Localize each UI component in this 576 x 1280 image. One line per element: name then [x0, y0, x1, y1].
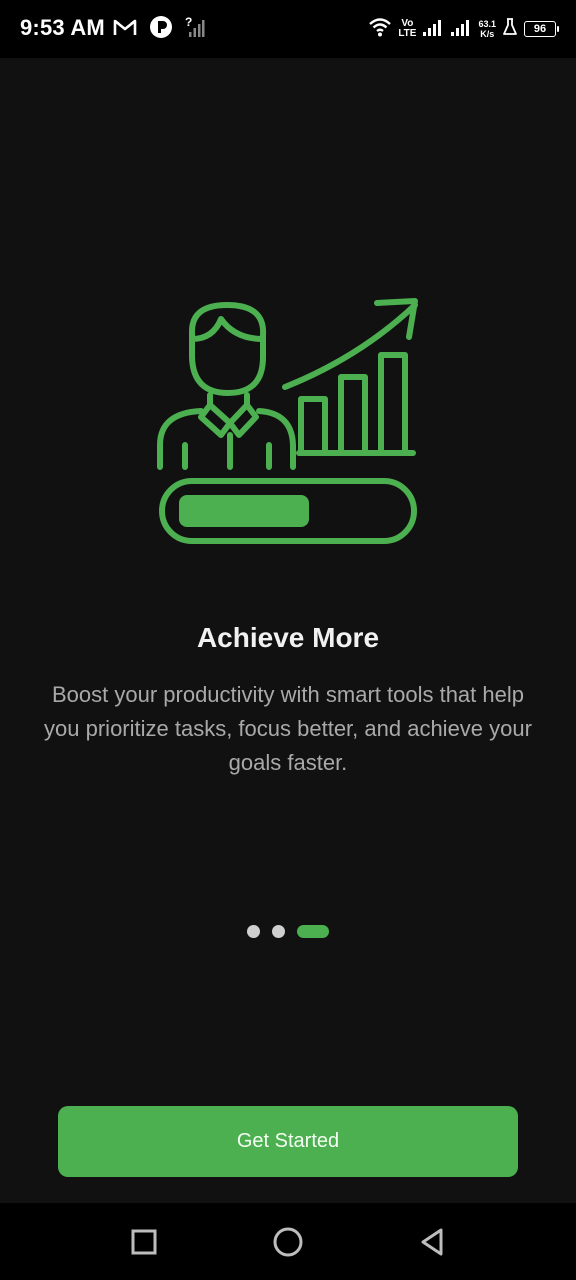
growth-bar-1: [298, 396, 328, 456]
recents-square-icon[interactable]: [127, 1225, 161, 1259]
status-time: 9:53 AM: [20, 15, 105, 40]
system-nav-bar: [0, 1203, 576, 1280]
app-notification-icon: [149, 15, 173, 44]
status-right-icons: Vo LTE 63.1 K/s 96: [368, 14, 559, 44]
signal-icon: [422, 17, 444, 42]
growth-bar-3: [378, 352, 408, 456]
svg-text:?: ?: [185, 15, 192, 29]
net-speed-value: 63.1: [478, 19, 496, 29]
page-indicator: [0, 924, 576, 938]
status-left-icons: ?: [113, 15, 205, 44]
person-growth-progress-icon: [157, 298, 418, 544]
status-bar: 9:53 AM ? Vo LTE 63.1 K/s 96: [0, 0, 576, 58]
page-dot[interactable]: [247, 924, 260, 938]
growth-bar-2: [338, 374, 368, 456]
page-dot[interactable]: [272, 924, 285, 938]
signal-icon: [450, 17, 472, 42]
progress-fill: [179, 495, 309, 527]
person-collar: [207, 392, 250, 426]
net-speed: 63.1 K/s: [478, 19, 496, 39]
page-dot-active[interactable]: [297, 924, 329, 938]
onboarding-description: Boost your productivity with smart tools…: [44, 682, 532, 775]
no-sim-signal-icon: ?: [185, 15, 205, 44]
home-circle-icon[interactable]: [271, 1225, 305, 1259]
person-head: [188, 302, 267, 396]
net-speed-unit: K/s: [480, 29, 495, 39]
get-started-button[interactable]: Get Started: [58, 1106, 518, 1177]
battery-icon: 96: [524, 21, 559, 37]
volte-bottom-label: LTE: [398, 28, 417, 39]
person-hair: [189, 316, 266, 342]
back-triangle-icon[interactable]: [415, 1225, 449, 1259]
lab-flask-icon: [502, 17, 518, 42]
onboarding-screen: 9:53 AM ? Vo LTE 63.1 K/s 96 Achieve Mor…: [0, 0, 576, 1280]
wifi-icon: [368, 16, 392, 43]
volte-indicator: Vo LTE: [398, 19, 416, 39]
onboarding-title: Achieve More: [196, 622, 380, 653]
gmail-icon: [113, 17, 137, 42]
